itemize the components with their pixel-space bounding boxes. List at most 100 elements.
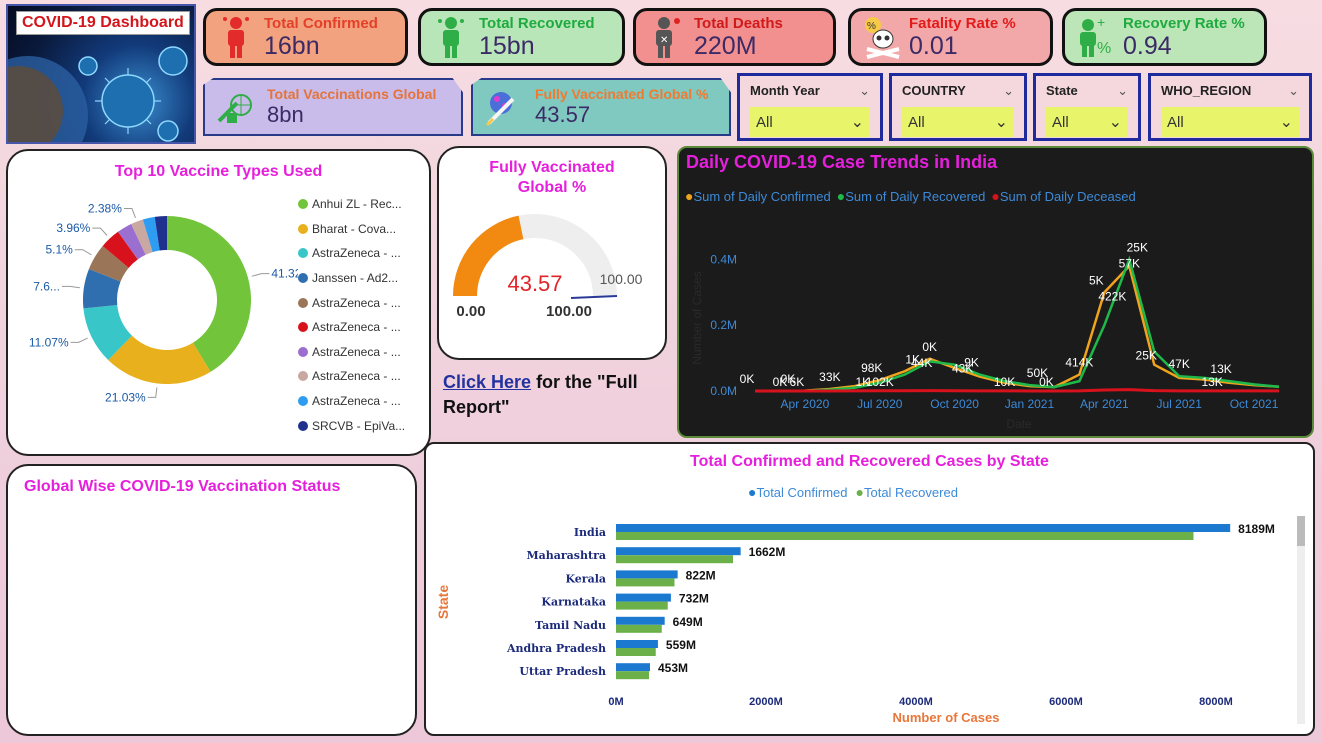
line-data-label: 13K [1210,362,1231,376]
x-tick-label: Oct 2021 [1230,397,1279,411]
slicer-dropdown[interactable]: All ⌄ [750,107,870,137]
legend-label: AstraZeneca - ... [312,369,401,384]
slicer-value: All [756,113,773,131]
legend-dot-icon [298,199,308,210]
gauge-value-label: 43.57 [507,271,562,296]
chevron-down-icon[interactable]: ⌄ [1288,83,1299,99]
legend-item[interactable]: Anhui ZL - Rec... [298,192,428,217]
line-data-label: 13K [1201,375,1222,389]
donut-label-line [70,337,88,343]
bar-value-label: 1662M [749,545,786,559]
syringe-globe-icon [213,87,257,127]
line-series[interactable] [755,388,1280,393]
kpi-card-2: ✕ Total Deaths 220M [633,8,836,66]
chevron-down-icon[interactable]: ⌄ [1117,83,1128,99]
svg-text:✕: ✕ [660,35,668,46]
legend-item[interactable]: AstraZeneca - ... [298,340,428,365]
chevron-down-icon[interactable]: ⌄ [859,83,870,99]
bar-value-label: 8189M [1238,522,1275,536]
state-bar[interactable] [616,593,671,602]
legend-item[interactable]: Bharat - Cova... [298,217,428,242]
legend-dot-icon [298,273,308,284]
chevron-down-icon[interactable]: ⌄ [1003,83,1014,99]
svg-text:%: % [867,21,876,32]
legend-item[interactable]: AstraZeneca - ... [298,290,428,315]
x-tick-label: 6000M [1049,696,1083,708]
line-data-label: 422K [1098,289,1126,303]
kpi-label: Total Deaths [694,14,783,32]
full-report-link[interactable]: Click Here [443,372,531,392]
state-bar[interactable] [616,524,1231,532]
donut-data-label: 41.32% [271,267,298,281]
legend-dot-icon [298,297,308,308]
bar-scrollbar-thumb[interactable] [1297,516,1305,546]
state-bar[interactable] [616,648,656,656]
slicer-dropdown[interactable]: All ⌄ [902,107,1014,137]
gauge-card: Fully Vaccinated Global % 43.57 0.00 100.0… [437,146,667,360]
legend-label: Bharat - Cova... [312,221,397,236]
state-label: Karnataka [541,596,606,609]
state-bar[interactable] [616,616,665,625]
kpi-label: Recovery Rate % [1123,14,1245,32]
slicer-dropdown[interactable]: All ⌄ [1161,107,1299,137]
line-data-label: 47K [1169,357,1190,371]
state-label: India [574,526,606,539]
legend-dot-icon [298,248,308,259]
line-data-label: 9K [964,356,979,370]
state-bar[interactable] [616,578,675,587]
state-bar[interactable] [616,624,662,633]
recovery-rate-icon: +% [1073,13,1117,61]
donut-data-label: 21.03% [105,390,146,404]
legend-item[interactable]: Janssen - Ad2... [298,266,428,291]
x-tick-label: 4000M [899,696,933,708]
state-label: Maharashtra [526,549,606,562]
legend-item[interactable]: AstraZeneca - ... [298,315,428,340]
state-bar[interactable] [616,532,1194,540]
legend-item[interactable]: SRCVB - EpiVa... [298,413,428,438]
person-dead-icon: ✕ [644,13,688,61]
state-bar[interactable] [616,555,733,564]
legend-item[interactable]: AstraZeneca - ... [298,389,428,414]
state-bar[interactable] [616,671,649,680]
line-data-label: 414K [1065,356,1093,370]
line-data-label: 0K [740,372,755,386]
line-data-label: 98K [861,361,882,375]
state-label: Kerala [565,572,606,585]
x-tick-label: 2000M [749,696,783,708]
full-report-rest1: for the "Full [531,372,638,392]
state-bar[interactable] [616,640,658,648]
state-bar[interactable] [616,601,668,610]
kpi-card-4: +% Recovery Rate % 0.94 [1062,8,1267,66]
legend-label: AstraZeneca - ... [312,394,401,409]
legend-dot-icon [298,396,308,407]
state-bar[interactable] [616,570,678,579]
kpi-value: 0.94 [1123,31,1172,60]
kpi-label: Fatality Rate % [909,14,1016,32]
full-report-rest2: Report" [443,397,510,417]
x-tick-label: Jan 2021 [1005,397,1055,411]
legend-dot-icon [298,346,308,357]
state-cases-card: Total Confirmed and Recovered Cases by S… [424,442,1315,736]
x-axis-title: Date [1006,417,1032,431]
state-bar[interactable] [616,663,650,672]
y-axis-title: Number of Cases [690,271,704,364]
slicer-value: All [908,113,925,131]
x-tick-label: Jul 2020 [857,397,903,411]
bar-scrollbar-track[interactable] [1297,516,1305,724]
donut-label-line [251,273,270,277]
legend-item[interactable]: AstraZeneca - ... [298,241,428,266]
fully-vaccinated-gauge: 43.57 0.00 100.00 100.00 [453,214,643,320]
donut-data-label: 2.38% [88,202,122,216]
line-data-label: 10K [994,375,1015,389]
slicer-dropdown[interactable]: All ⌄ [1046,107,1128,137]
gauge-max-label: 100.00 [546,303,592,320]
slicer-0: Month Year ⌄ All ⌄ [737,73,883,141]
state-bar[interactable] [616,547,741,556]
kpi2-value: 43.57 [535,102,591,127]
line-data-label: 57K [1119,256,1140,270]
y-axis-title: State [435,585,451,619]
y-tick-label: 0.4M [710,252,737,266]
legend-item[interactable]: AstraZeneca - ... [298,364,428,389]
vaccine-types-card: Top 10 Vaccine Types Used 41.32% 21.03% 11… [6,149,431,456]
kpi2-label: Total Vaccinations Global [267,86,437,102]
